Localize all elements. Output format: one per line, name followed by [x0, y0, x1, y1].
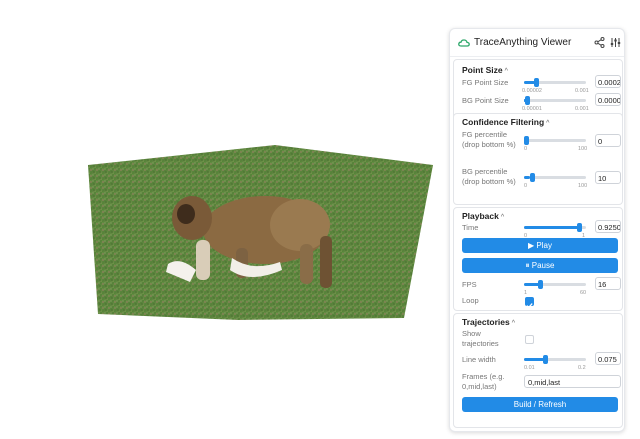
cloud-icon: [458, 39, 470, 47]
fg-point-size-max: 0.001: [575, 88, 589, 94]
slider-thumb[interactable]: [534, 78, 540, 87]
slider-fill: [524, 358, 546, 361]
frames-label: Frames (e.g. 0,mid,last): [462, 372, 505, 391]
bg-point-size-min: 0.00001: [522, 106, 542, 112]
line-width-min: 0.01: [524, 365, 535, 371]
line-width-label: Line width: [462, 355, 496, 364]
check-icon: [526, 303, 533, 309]
fps-max: 60: [580, 290, 587, 296]
slider-thumb[interactable]: [525, 96, 531, 105]
build-refresh-button[interactable]: Build / Refresh: [462, 397, 618, 412]
fps-min: 1: [524, 290, 528, 296]
app-title: TraceAnything Viewer: [474, 37, 572, 48]
folder-title-trajectories[interactable]: Trajectories ^: [462, 317, 515, 327]
bg-percentile-input[interactable]: 10: [595, 171, 621, 184]
bg-point-size-label: BG Point Size: [462, 96, 509, 105]
folder-confidence-filtering: Confidence Filtering ^ FG percentile (dro…: [453, 113, 623, 205]
bg-percentile-slider[interactable]: [524, 173, 586, 182]
bg-point-size-slider[interactable]: [524, 96, 586, 105]
fg-percentile-input[interactable]: 0: [595, 134, 621, 147]
line-width-input[interactable]: 0.075: [595, 352, 621, 365]
slider-thumb[interactable]: [543, 355, 549, 364]
viewport-canvas[interactable]: [0, 0, 448, 434]
bg-point-size-max: 0.001: [575, 106, 589, 112]
panel-header: TraceAnything Viewer: [450, 29, 624, 57]
loop-checkbox[interactable]: [525, 297, 534, 309]
frames-input[interactable]: 0,mid,last: [524, 375, 621, 388]
sliders-icon[interactable]: [610, 37, 621, 48]
fg-point-size-min: 0.00002: [522, 88, 542, 94]
line-width-slider[interactable]: [524, 355, 586, 364]
fg-point-size-slider[interactable]: [524, 78, 586, 87]
slider-thumb[interactable]: [576, 223, 582, 232]
fps-label: FPS: [462, 280, 477, 289]
folder-playback: Playback ^ Time 0 1 0.9250 ▶ Play ⏸ Pause…: [453, 207, 623, 311]
play-button[interactable]: ▶ Play: [462, 238, 618, 253]
bg-percentile-max: 100: [578, 183, 588, 189]
show-trajectories-label: Show trajectories: [462, 329, 499, 348]
slider-thumb[interactable]: [524, 136, 529, 145]
folder-trajectories: Trajectories ^ Show trajectories Line wid…: [453, 313, 623, 428]
slider-thumb[interactable]: [529, 173, 535, 182]
time-label: Time: [462, 223, 479, 232]
slider-thumb[interactable]: [538, 280, 544, 289]
fg-percentile-slider[interactable]: [524, 136, 586, 145]
show-trajectories-checkbox[interactable]: [525, 335, 534, 344]
folder-title-playback[interactable]: Playback ^: [462, 211, 504, 221]
point-cloud-render: [88, 145, 433, 320]
fg-point-size-label: FG Point Size: [462, 78, 509, 87]
time-slider[interactable]: [524, 223, 586, 232]
share-icon[interactable]: [594, 37, 605, 48]
folder-title-confidence[interactable]: Confidence Filtering ^: [462, 117, 549, 127]
slider-fill: [524, 226, 582, 229]
folder-title-point-size[interactable]: Point Size ^: [462, 65, 508, 75]
fg-point-size-input[interactable]: 0.0002: [595, 75, 621, 88]
fps-slider[interactable]: [524, 280, 586, 289]
control-panel: TraceAnything Viewer Point Size ^ FG Poin…: [449, 28, 625, 432]
slider-fill: [524, 283, 540, 286]
bg-point-size-input[interactable]: 0.0000: [595, 93, 621, 106]
line-width-max: 0.2: [578, 365, 586, 371]
pause-button[interactable]: ⏸ Pause: [462, 258, 618, 273]
fg-percentile-max: 100: [578, 146, 588, 152]
bg-percentile-label: BG percentile (drop bottom %): [462, 167, 516, 186]
fg-percentile-min: 0: [524, 146, 528, 152]
fg-percentile-label: FG percentile (drop bottom %): [462, 130, 516, 149]
loop-label: Loop: [462, 296, 479, 305]
bg-percentile-min: 0: [524, 183, 528, 189]
fps-input[interactable]: 16: [595, 277, 621, 290]
time-input[interactable]: 0.9250: [595, 220, 621, 233]
